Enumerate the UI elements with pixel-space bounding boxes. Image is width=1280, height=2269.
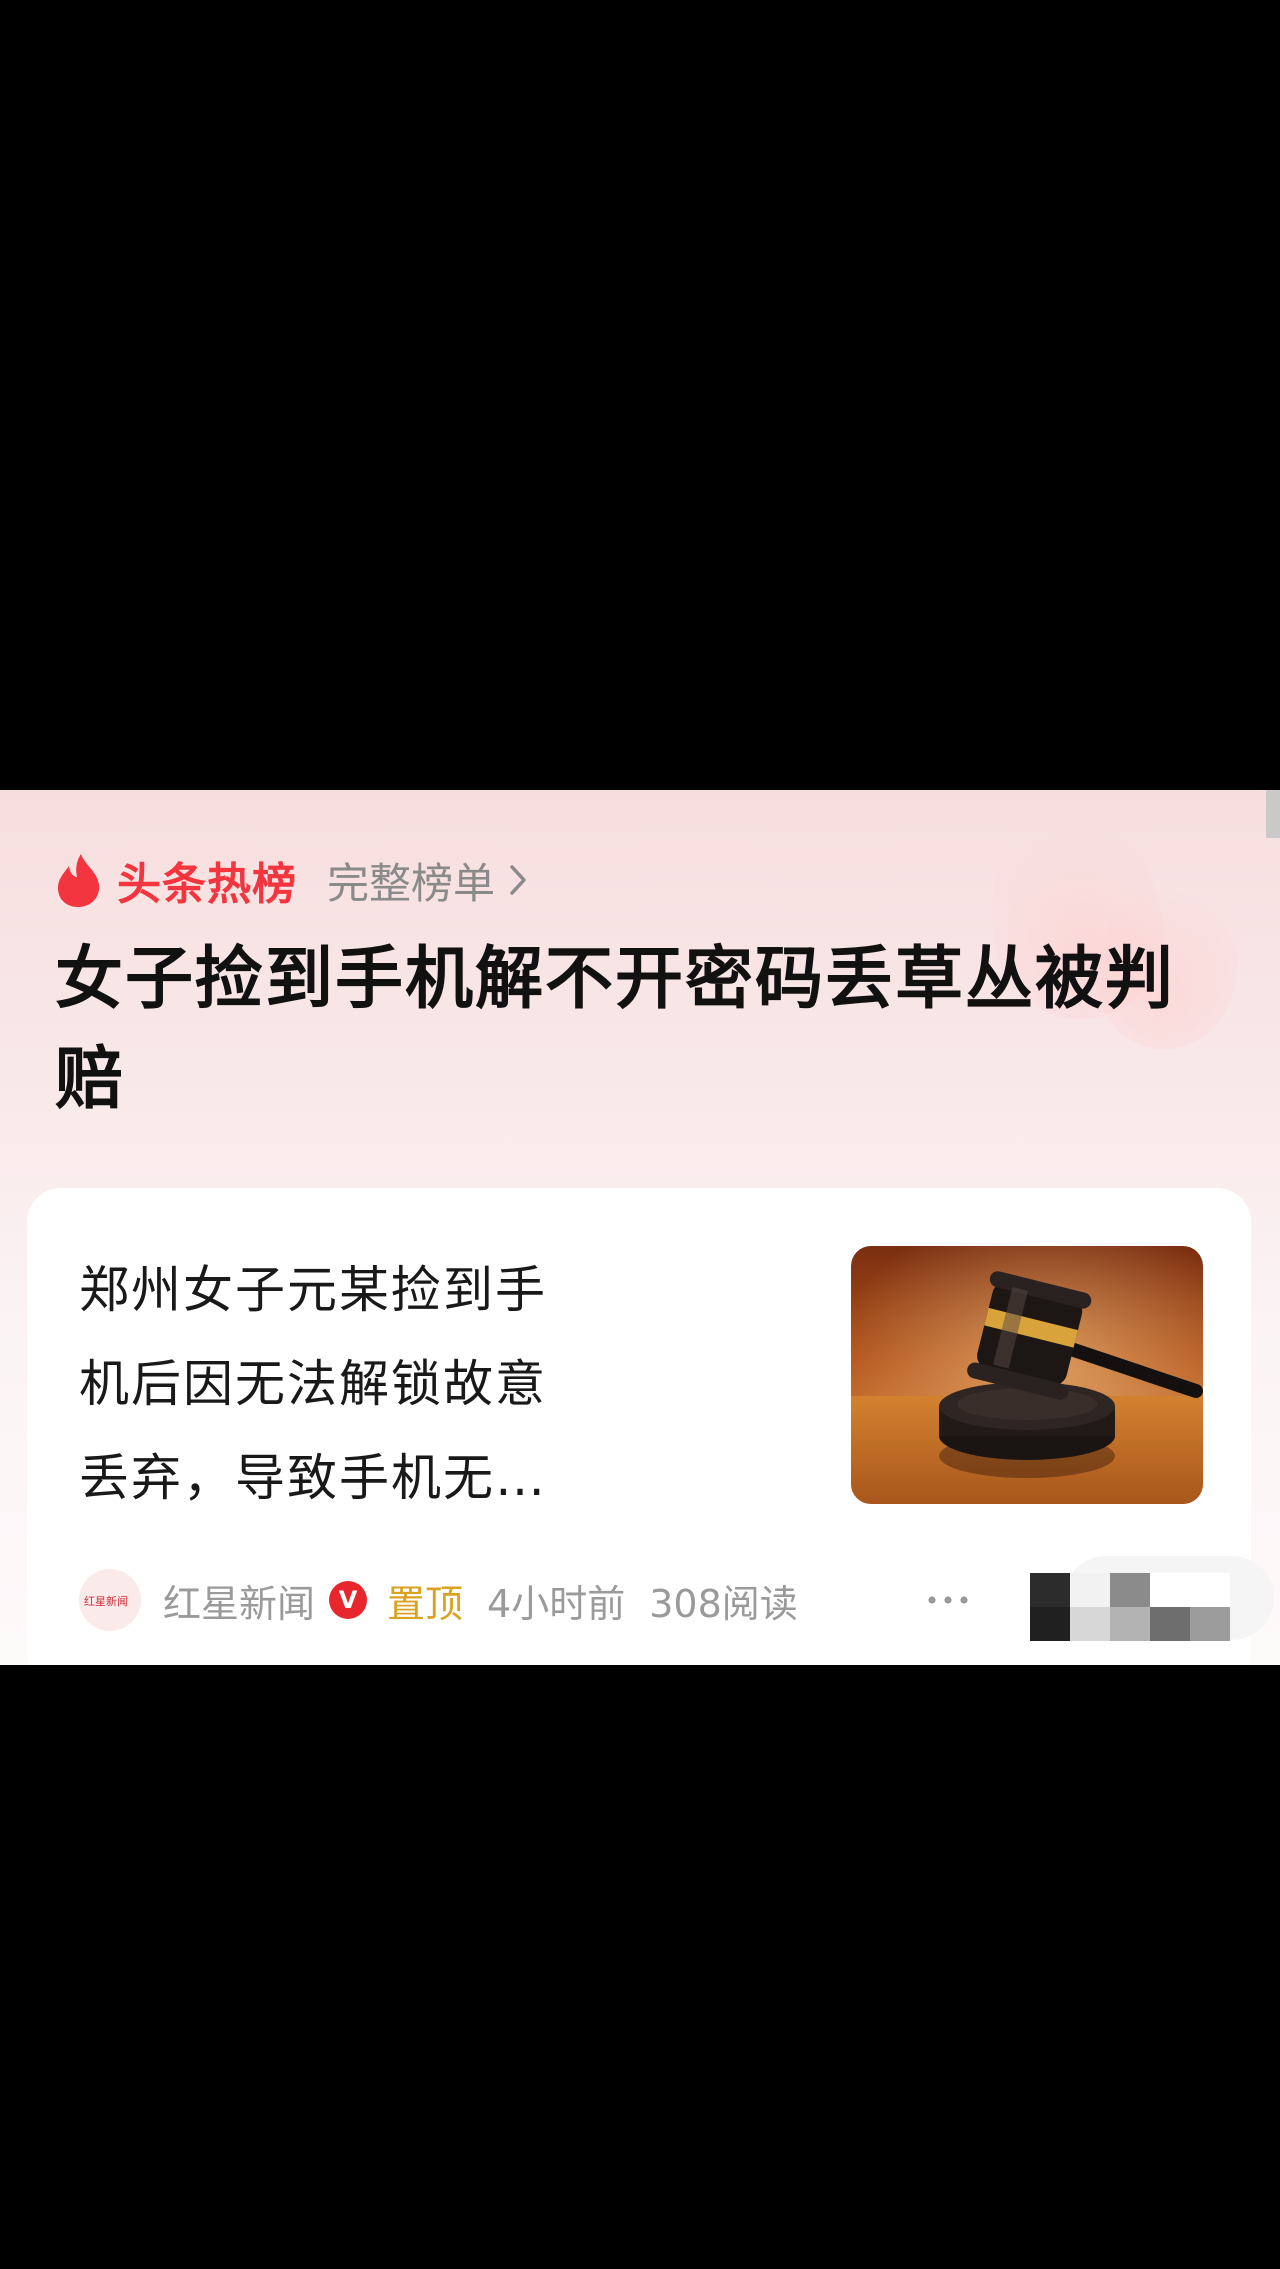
source-logo[interactable]: 红星新闻 [79, 1569, 141, 1631]
more-icon[interactable] [927, 1560, 969, 1640]
source-logo-text: 红星新闻 [84, 1594, 128, 1608]
flame-icon [55, 852, 103, 908]
chevron-right-icon[interactable] [509, 864, 527, 896]
read-count: 308阅读 [649, 1581, 798, 1626]
gavel-image[interactable] [851, 1246, 1203, 1504]
source-name[interactable]: 红星新闻 [163, 1573, 315, 1628]
pixelated-watermark [1030, 1573, 1230, 1641]
publish-time: 4小时前 [487, 1581, 626, 1626]
scrollbar-thumb[interactable] [1266, 790, 1280, 838]
hot-list-title: 头条热榜 [117, 859, 297, 910]
hot-topic-headline[interactable]: 女子捡到手机解不开密码丢草丛被判赔 [55, 930, 1175, 1130]
pinned-badge: 置顶 [387, 1581, 464, 1626]
verified-icon: V [329, 1581, 368, 1619]
article-summary[interactable]: 郑州女子元某捡到手机后因无法解锁故意丢弃，导致手机无法找回，被失主起诉… [79, 1243, 549, 1525]
hot-list-panel: 头条热榜 完整榜单 女子捡到手机解不开密码丢草丛被判赔 郑州女子元某捡到手机后因… [0, 790, 1280, 1665]
full-list-link[interactable]: 完整榜单 [327, 850, 495, 911]
hot-list-header: 头条热榜 完整榜单 [55, 848, 527, 912]
